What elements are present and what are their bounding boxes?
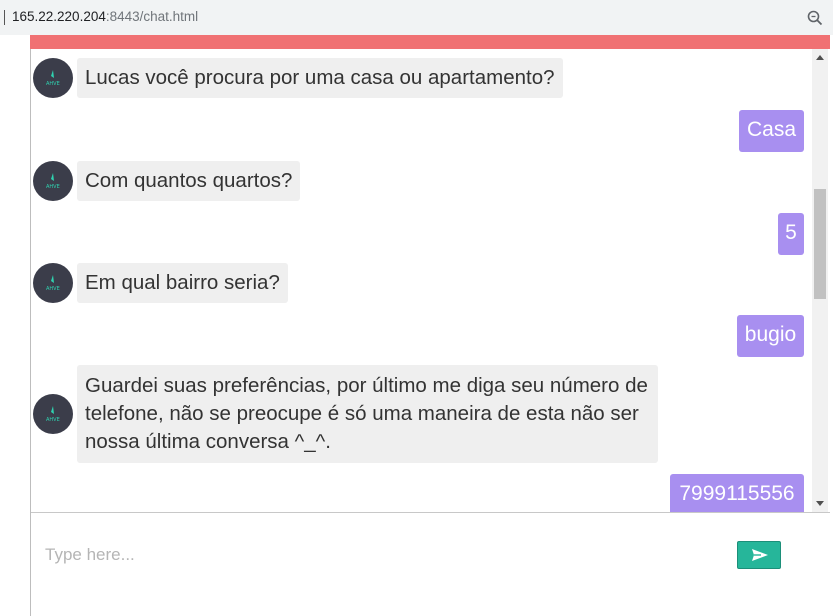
bot-message: Em qual bairro seria? <box>77 263 288 303</box>
chat-scrollbar[interactable] <box>812 49 828 512</box>
svg-text:AHVE: AHVE <box>46 81 60 87</box>
user-message: 7999115556 <box>670 474 804 512</box>
url-field[interactable]: 165.22.220.204:8443/chat.html <box>12 9 198 24</box>
svg-text:AHVE: AHVE <box>46 184 60 190</box>
user-message: Casa <box>739 110 804 152</box>
scroll-up-arrow-icon[interactable] <box>816 55 824 60</box>
bot-avatar: AHVE <box>33 58 73 98</box>
bot-avatar: AHVE <box>33 263 73 303</box>
url-host: 165.22.220.204 <box>12 9 106 24</box>
chat-header-bar <box>30 35 830 49</box>
bot-avatar: AHVE <box>33 394 73 434</box>
chat-messages[interactable]: AHVE Lucas você procura por uma casa ou … <box>31 49 811 512</box>
bot-avatar: AHVE <box>33 161 73 201</box>
url-path: :8443/chat.html <box>105 9 199 24</box>
bot-message: Guardei suas preferências, por último me… <box>77 365 658 463</box>
zoom-magnifier-icon[interactable] <box>806 9 824 27</box>
send-button[interactable] <box>737 541 781 569</box>
bot-logo-icon: AHVE <box>46 275 60 292</box>
svg-text:AHVE: AHVE <box>46 417 60 423</box>
message-input[interactable] <box>43 539 697 571</box>
svg-text:AHVE: AHVE <box>46 286 60 292</box>
user-message: bugio <box>737 315 804 357</box>
user-message: 5 <box>778 213 804 255</box>
message-composer <box>31 513 830 616</box>
bot-logo-icon: AHVE <box>46 70 60 87</box>
bot-message: Lucas você procura por uma casa ou apart… <box>77 58 563 98</box>
scroll-thumb[interactable] <box>814 189 826 299</box>
scroll-down-arrow-icon[interactable] <box>816 501 824 506</box>
address-caret <box>4 10 5 25</box>
bot-message: Com quantos quartos? <box>77 161 301 201</box>
bot-logo-icon: AHVE <box>46 173 60 190</box>
browser-address-bar: 165.22.220.204:8443/chat.html <box>0 0 833 35</box>
bot-logo-icon: AHVE <box>46 406 60 423</box>
send-arrow-icon <box>752 549 768 561</box>
